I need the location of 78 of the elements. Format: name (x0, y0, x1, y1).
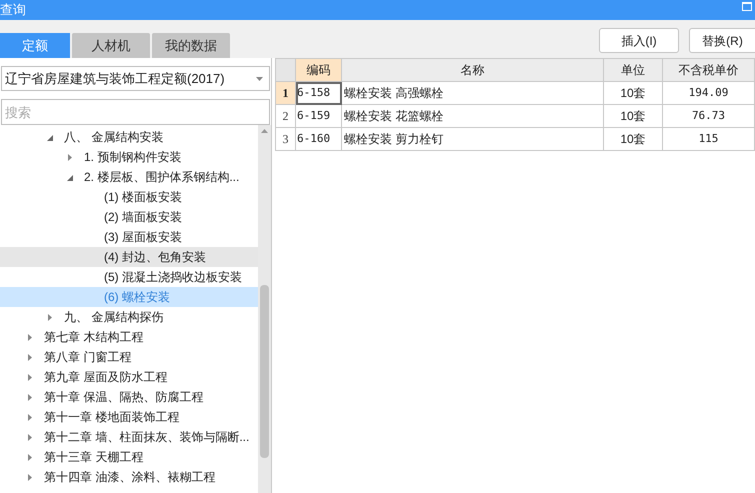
tree-item-label: (1) 楼面板安装 (104, 189, 182, 206)
tree-item[interactable]: (4) 封边、包角安装 (0, 247, 258, 267)
table-cell: 螺栓安装 剪力栓钉 (342, 128, 604, 150)
expand-arrow-icon[interactable] (47, 314, 53, 320)
tree-item-label: (3) 屋面板安装 (104, 229, 182, 246)
tree-item[interactable]: 第十章 保温、隔热、防腐工程 (0, 387, 258, 407)
tree-item-label: 第九章 屋面及防水工程 (44, 369, 168, 386)
toolbar-button[interactable]: 插入(I) (599, 28, 679, 53)
caret-icon (256, 76, 263, 80)
tree-item-label: (4) 封边、包角安装 (104, 249, 206, 266)
tree-item-label: 2. 楼层板、围护体系钢结构... (84, 169, 240, 186)
table-cell: 6-158 (296, 82, 342, 104)
expand-arrow-icon[interactable] (27, 414, 33, 420)
tree-item-label: 九、 金属结构探伤 (64, 309, 164, 326)
tree-item-label: 第十二章 墙、柱面抹灰、装饰与隔断... (44, 429, 250, 446)
tree-item-label: (2) 墙面板安装 (104, 209, 182, 226)
tree-item[interactable]: 第十二章 墙、柱面抹灰、装饰与隔断... (0, 427, 258, 447)
expand-arrow-icon[interactable] (27, 454, 33, 460)
tree-item-label: 第十三章 天棚工程 (44, 449, 144, 466)
collapse-arrow-icon[interactable] (67, 174, 73, 180)
tree-item[interactable]: 第九章 屋面及防水工程 (0, 367, 258, 387)
table-cell: 10套 (604, 82, 662, 104)
table-cell: 10套 (604, 128, 662, 150)
tree-item-label: 八、 金属结构安装 (64, 129, 164, 146)
window-icon (742, 2, 752, 11)
search-field[interactable]: 搜索 (1, 99, 270, 125)
table-cell: 76.73 (662, 104, 754, 128)
tree-item[interactable]: 九、 金属结构探伤 (0, 307, 258, 327)
column-header[interactable]: 单位 (604, 58, 662, 82)
tree-item[interactable]: 第十三章 天棚工程 (0, 447, 258, 467)
tree-item[interactable]: (2) 墙面板安装 (0, 207, 258, 227)
tree-item[interactable]: (5) 混凝土浇捣收边板安装 (0, 267, 258, 287)
scrollbar[interactable] (258, 125, 271, 493)
row-number[interactable]: 3 (276, 128, 296, 150)
tree-item-label: 1. 预制钢构件安装 (84, 149, 182, 166)
tree-item-label: 第十一章 楼地面装饰工程 (44, 409, 180, 426)
expand-arrow-icon[interactable] (27, 374, 33, 380)
column-header[interactable]: 编码 (296, 58, 342, 82)
table-cell: 螺栓安装 高强螺栓 (342, 82, 604, 104)
tab[interactable]: 我的数据 (152, 33, 230, 58)
table-cell: 194.09 (662, 82, 754, 104)
column-header[interactable]: 名称 (342, 58, 604, 82)
scroll-up-icon (261, 129, 268, 133)
tree-item[interactable]: 1. 预制钢构件安装 (0, 147, 258, 167)
window-title: 查询 (0, 1, 26, 18)
tree-item[interactable]: 第十四章 油漆、涂料、裱糊工程 (0, 467, 258, 487)
tree-item-label: 第七章 木结构工程 (44, 329, 144, 346)
expand-arrow-icon[interactable] (27, 474, 33, 480)
scroll-thumb[interactable] (260, 285, 269, 458)
tab[interactable]: 人材机 (72, 33, 150, 58)
tree-item[interactable]: 第七章 木结构工程 (0, 327, 258, 347)
tree-item[interactable]: 2. 楼层板、围护体系钢结构... (0, 167, 258, 187)
tree-item[interactable]: (1) 楼面板安装 (0, 187, 258, 207)
tree-item-label: (5) 混凝土浇捣收边板安装 (104, 269, 242, 286)
tree-item[interactable]: (3) 屋面板安装 (0, 227, 258, 247)
collapse-arrow-icon[interactable] (47, 134, 53, 140)
tree-item[interactable]: 第八章 门窗工程 (0, 347, 258, 367)
library-dropdown[interactable]: 辽宁省房屋建筑与装饰工程定额(2017) (1, 66, 270, 91)
table-cell: 6-160 (296, 128, 342, 150)
table-cell: 115 (662, 128, 754, 150)
tree-item-label: (6) 螺栓安装 (104, 289, 170, 306)
expand-arrow-icon[interactable] (27, 354, 33, 360)
table-cell: 10套 (604, 104, 662, 128)
tree-item[interactable]: 八、 金属结构安装 (0, 127, 258, 147)
toolbar-button[interactable]: 替换(R) (689, 28, 755, 53)
tree-item-label: 第十四章 油漆、涂料、裱糊工程 (44, 469, 216, 486)
column-header[interactable]: 不含税单价 (662, 58, 754, 82)
expand-arrow-icon[interactable] (67, 154, 73, 160)
table-cell: 螺栓安装 花篮螺栓 (342, 104, 604, 128)
expand-arrow-icon[interactable] (27, 334, 33, 340)
expand-arrow-icon[interactable] (27, 394, 33, 400)
row-number[interactable]: 2 (276, 104, 296, 128)
tree-item-label: 第八章 门窗工程 (44, 349, 132, 366)
table-cell: 6-159 (296, 104, 342, 128)
row-number[interactable]: 1 (276, 82, 296, 104)
tree-item[interactable]: 第十一章 楼地面装饰工程 (0, 407, 258, 427)
tree-item-label: 第十章 保温、隔热、防腐工程 (44, 389, 204, 406)
expand-arrow-icon[interactable] (27, 434, 33, 440)
